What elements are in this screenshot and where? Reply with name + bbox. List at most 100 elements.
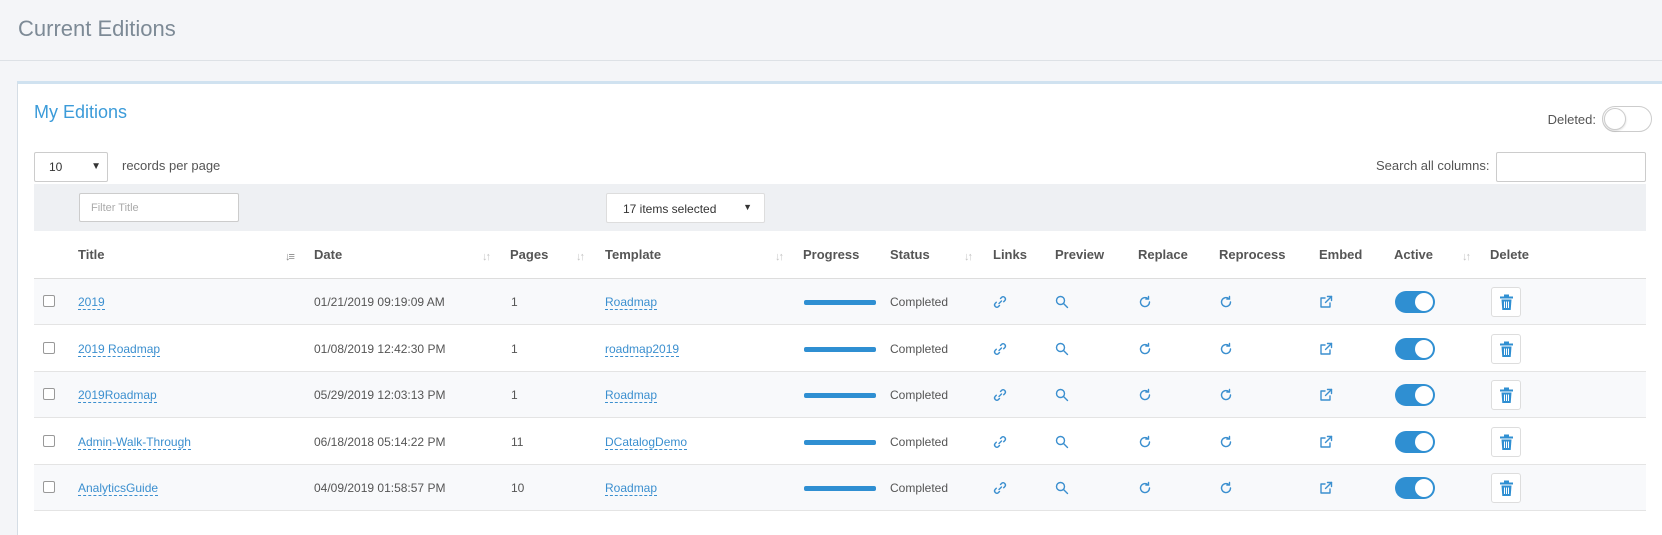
table-row: 2019 01/21/2019 09:19:09 AM 1 Roadmap Comple… <box>34 279 1646 325</box>
search-icon[interactable] <box>1054 434 1070 450</box>
refresh-icon[interactable] <box>1137 341 1153 357</box>
title-filter-input[interactable]: Filter Title <box>79 193 239 222</box>
edition-title-link[interactable]: Admin-Walk-Through <box>78 435 191 450</box>
row-checkbox[interactable] <box>43 434 55 447</box>
column-header-template[interactable]: Template <box>605 247 661 262</box>
table-row: Admin-Walk-Through 06/18/2018 05:14:22 PM… <box>34 418 1646 465</box>
external-link-icon[interactable] <box>1318 387 1334 403</box>
edition-pages: 1 <box>511 388 518 402</box>
active-toggle[interactable] <box>1395 384 1435 406</box>
row-checkbox[interactable] <box>43 341 55 354</box>
column-header-replace: Replace <box>1138 247 1188 262</box>
refresh-icon[interactable] <box>1137 480 1153 496</box>
row-checkbox[interactable] <box>43 388 55 400</box>
progress-fill <box>804 439 876 445</box>
row-checkbox[interactable] <box>43 481 55 493</box>
page-header: Current Editions <box>0 0 1662 61</box>
toggle-knob <box>1415 432 1433 451</box>
toggle-knob <box>1604 108 1626 130</box>
refresh-icon[interactable] <box>1137 434 1153 450</box>
active-toggle[interactable] <box>1395 337 1435 360</box>
column-header-date[interactable]: Date <box>314 247 342 262</box>
edition-template-link[interactable]: Roadmap <box>605 295 658 310</box>
refresh-icon[interactable] <box>1137 387 1153 403</box>
edition-status: Completed <box>890 434 949 449</box>
edition-template-link[interactable]: Roadmap <box>605 388 658 403</box>
search-icon[interactable] <box>1054 341 1070 357</box>
template-filter-select[interactable]: 17 items selected ▼ <box>606 193 765 223</box>
edition-pages: 11 <box>511 434 524 449</box>
sort-desc-icon[interactable]: ↓≡ <box>285 251 295 263</box>
row-checkbox[interactable] <box>43 295 55 307</box>
external-link-icon[interactable] <box>1318 294 1334 310</box>
caret-down-icon: ▼ <box>743 202 752 212</box>
link-icon[interactable] <box>992 341 1008 357</box>
sort-icon[interactable]: ↓↑ <box>775 251 784 263</box>
deleted-filter: Deleted: <box>1548 106 1652 132</box>
link-icon[interactable] <box>992 480 1008 496</box>
progress-bar <box>804 439 876 445</box>
refresh-icon[interactable] <box>1218 434 1234 450</box>
edition-date: 01/21/2019 09:19:09 AM <box>314 295 445 309</box>
edition-template-link[interactable]: roadmap2019 <box>605 342 680 357</box>
search-label: Search all columns: <box>1376 158 1490 173</box>
external-link-icon[interactable] <box>1318 480 1334 496</box>
refresh-icon[interactable] <box>1137 294 1153 310</box>
sort-icon[interactable]: ↓↑ <box>576 251 585 263</box>
edition-pages: 1 <box>511 295 518 309</box>
external-link-icon[interactable] <box>1318 434 1334 450</box>
edition-template-link[interactable]: Roadmap <box>605 481 658 496</box>
active-toggle[interactable] <box>1395 477 1435 499</box>
refresh-icon[interactable] <box>1218 480 1234 496</box>
edition-title-link[interactable]: 2019 Roadmap <box>78 342 161 357</box>
sort-icon[interactable]: ↓↑ <box>1462 251 1471 263</box>
search-input[interactable] <box>1496 152 1646 182</box>
records-per-page-select[interactable]: 10 ▼ <box>34 152 108 182</box>
edition-template-link[interactable]: DCatalogDemo <box>605 435 688 450</box>
column-header-pages[interactable]: Pages <box>510 247 548 262</box>
refresh-icon[interactable] <box>1218 341 1234 357</box>
editions-panel: My Editions Deleted: 10 ▼ records per pa… <box>17 81 1662 535</box>
sort-icon[interactable]: ↓↑ <box>482 251 491 263</box>
column-header-status[interactable]: Status <box>890 247 930 262</box>
link-icon[interactable] <box>992 294 1008 310</box>
progress-fill <box>804 393 876 398</box>
link-icon[interactable] <box>992 387 1008 403</box>
refresh-icon[interactable] <box>1218 387 1234 403</box>
refresh-icon[interactable] <box>1218 294 1234 310</box>
edition-date: 04/09/2019 01:58:57 PM <box>314 481 446 495</box>
search-icon[interactable] <box>1054 387 1070 403</box>
progress-bar <box>804 300 876 305</box>
template-filter-value: 17 items selected <box>623 202 717 216</box>
edition-status: Completed <box>890 341 949 356</box>
delete-button[interactable] <box>1491 426 1521 457</box>
edition-title-link[interactable]: 2019Roadmap <box>78 388 157 403</box>
search-icon[interactable] <box>1054 480 1070 496</box>
delete-button[interactable] <box>1491 287 1521 317</box>
edition-status: Completed <box>890 295 949 309</box>
edition-pages: 1 <box>511 341 518 356</box>
page-title: Current Editions <box>18 16 176 41</box>
search-icon[interactable] <box>1054 294 1070 310</box>
progress-fill <box>804 346 876 352</box>
deleted-label: Deleted: <box>1547 111 1596 127</box>
toggle-knob <box>1415 339 1433 358</box>
edition-date: 05/29/2019 12:03:13 PM <box>314 388 446 402</box>
column-header-title[interactable]: Title <box>78 247 105 262</box>
delete-button[interactable] <box>1491 473 1521 503</box>
edition-title-link[interactable]: 2019 <box>78 295 105 310</box>
delete-button[interactable] <box>1491 333 1521 364</box>
link-icon[interactable] <box>992 434 1008 450</box>
external-link-icon[interactable] <box>1318 341 1334 357</box>
table-row: 2019 Roadmap 01/08/2019 12:42:30 PM 1 roadm… <box>34 325 1646 372</box>
edition-title-link[interactable]: AnalyticsGuide <box>78 481 159 496</box>
records-per-page-value: 10 <box>49 160 63 174</box>
delete-button[interactable] <box>1491 380 1521 410</box>
edition-date: 01/08/2019 12:42:30 PM <box>314 341 446 356</box>
column-header-active[interactable]: Active <box>1394 247 1433 262</box>
deleted-toggle[interactable] <box>1602 106 1652 132</box>
active-toggle[interactable] <box>1395 291 1435 313</box>
toggle-knob <box>1415 479 1433 497</box>
sort-icon[interactable]: ↓↑ <box>964 251 973 263</box>
active-toggle[interactable] <box>1395 430 1435 453</box>
